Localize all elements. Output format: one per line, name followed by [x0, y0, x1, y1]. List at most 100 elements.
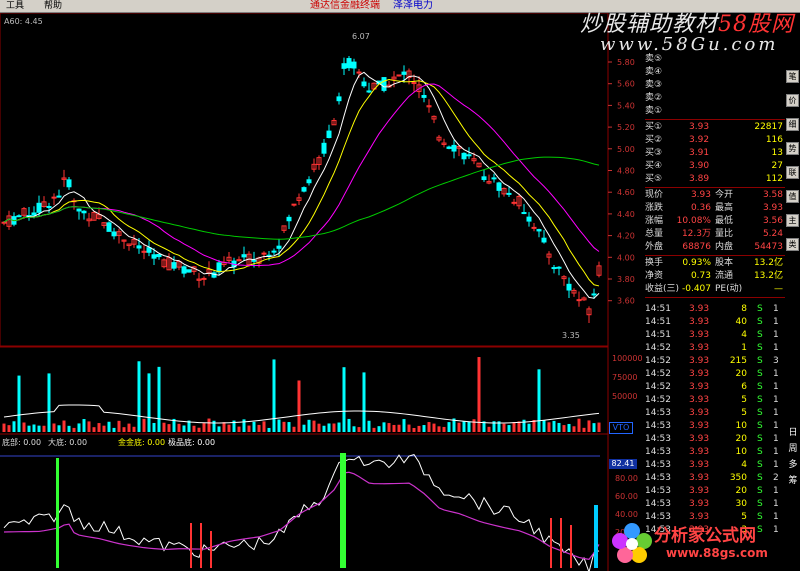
ask-label: 卖④ [645, 67, 663, 77]
watermark-top: 炒股辅助教材58股网 www.58Gu.com [570, 2, 800, 60]
tick-time: 14:53 [645, 486, 671, 496]
volume-bar [397, 424, 401, 432]
period-tab[interactable]: 多 [786, 457, 800, 470]
volume-bar [197, 427, 201, 432]
tick-count: 1 [773, 499, 779, 509]
tick-side: S [757, 395, 763, 405]
stat-row: 总量 12.3万 量比 5.24 [645, 228, 785, 241]
volume-bar [372, 427, 376, 432]
volume-axis-label: 100000 [612, 354, 643, 363]
tick-price: 3.93 [689, 499, 710, 509]
candle-body [411, 82, 417, 85]
volume-bar [92, 427, 96, 432]
candle-body [341, 63, 347, 69]
tick-time: 14:51 [645, 330, 671, 340]
signal-bar [340, 453, 346, 568]
tick-row: 14:53 3.93 350 S 2 [645, 472, 785, 485]
volume-bar [102, 425, 106, 432]
tick-row: 14:53 3.93 20 S 1 [645, 433, 785, 446]
volume-bar [357, 427, 361, 432]
right-tab-button[interactable]: 细 [786, 118, 799, 131]
candle-body [366, 90, 372, 93]
volume-bar [442, 426, 446, 432]
stat-key: 外盘 [645, 242, 664, 252]
chart-area[interactable]: A60: 4.455.805.605.405.205.004.804.604.4… [0, 13, 645, 571]
tick-time: 14:51 [645, 304, 671, 314]
volume-bar [592, 423, 596, 432]
candle-body [36, 202, 42, 213]
stat-key: 现价 [645, 190, 664, 200]
bid-row: 买③ 3.91 13 [645, 147, 785, 160]
volume-bar [292, 426, 296, 432]
volume-bar [387, 423, 391, 432]
volume-bar [427, 422, 431, 432]
candle-body [171, 262, 177, 269]
volume-bar [72, 427, 76, 432]
volume-bar [52, 423, 56, 432]
menu-tools[interactable]: 工具 [6, 0, 24, 12]
volume-bar [167, 424, 171, 432]
tick-volume: 6 [741, 382, 747, 392]
stat-row: 涨跌 0.36 最高 3.93 [645, 202, 785, 215]
candle-body [276, 245, 282, 249]
price-axis-label: 5.20 [617, 123, 635, 132]
tick-side: S [757, 486, 763, 496]
right-tab-button[interactable]: 势 [786, 142, 799, 155]
candle-body [466, 154, 472, 157]
stat-value: 54473 [754, 242, 783, 252]
flower-logo-icon [612, 523, 652, 563]
right-tab-button[interactable]: 值 [786, 190, 799, 203]
stat-value: 10.08% [676, 216, 711, 226]
right-tab-button[interactable]: 联 [786, 166, 799, 179]
volume-bar [517, 421, 521, 432]
candle-body [356, 71, 362, 74]
candle-body [201, 277, 207, 280]
right-tab-button[interactable]: 主 [786, 214, 799, 227]
signal-bar [570, 525, 572, 568]
watermark-bottom-url: www.88gs.com [666, 546, 768, 560]
tick-row: 14:52 3.93 6 S 1 [645, 381, 785, 394]
volume-bar [237, 426, 241, 432]
tick-price: 3.93 [689, 434, 710, 444]
period-tab[interactable]: 筹 [786, 473, 800, 486]
right-tab-button[interactable]: 笔 [786, 70, 799, 83]
tick-volume: 1 [741, 343, 747, 353]
right-tab-button[interactable]: 类 [786, 238, 799, 251]
candle-body [16, 215, 22, 218]
volume-bar [307, 419, 311, 432]
bid-volume: 112 [765, 174, 783, 184]
volume-badge[interactable]: VTO [609, 422, 633, 434]
stat-key: 涨跌 [645, 203, 664, 213]
period-tab[interactable]: 周 [786, 441, 800, 454]
indicator-axis-label: 60.00 [615, 492, 638, 501]
candle-body [136, 245, 142, 249]
signal-bar [550, 518, 552, 568]
tick-price: 3.93 [689, 460, 710, 470]
volume-bar [282, 421, 286, 432]
volume-bar [527, 423, 531, 432]
low-annotation: 3.35 [562, 331, 580, 340]
stat-key: 净资 [645, 271, 664, 281]
watermark-bottom-text: 分析家公式网 [654, 526, 756, 546]
stat-row: 涨幅 10.08% 最低 3.56 [645, 215, 785, 228]
stat-row: 换手 0.93% 股本 13.2亿 [645, 257, 785, 270]
bid-volume: 27 [771, 161, 783, 171]
right-tab-button[interactable]: 价 [786, 94, 799, 107]
tick-time: 14:52 [645, 356, 671, 366]
menu-help[interactable]: 帮助 [44, 0, 62, 12]
candle-body [46, 205, 52, 208]
candle-body [271, 250, 277, 253]
tick-time: 14:52 [645, 395, 671, 405]
indicator-label: 底部: 0.00 [2, 438, 42, 447]
tick-row: 14:51 3.93 40 S 1 [645, 316, 785, 329]
tick-volume: 4 [741, 330, 747, 340]
tick-price: 3.93 [689, 486, 710, 496]
tick-row: 14:53 3.93 4 S 1 [645, 459, 785, 472]
period-tab[interactable]: 日 [786, 425, 800, 438]
tick-side: S [757, 421, 763, 431]
candle-body [591, 293, 597, 296]
tick-time: 14:53 [645, 434, 671, 444]
volume-axis-label: 75000 [612, 373, 637, 382]
tick-count: 1 [773, 330, 779, 340]
tick-row: 14:51 3.93 8 S 1 [645, 303, 785, 316]
